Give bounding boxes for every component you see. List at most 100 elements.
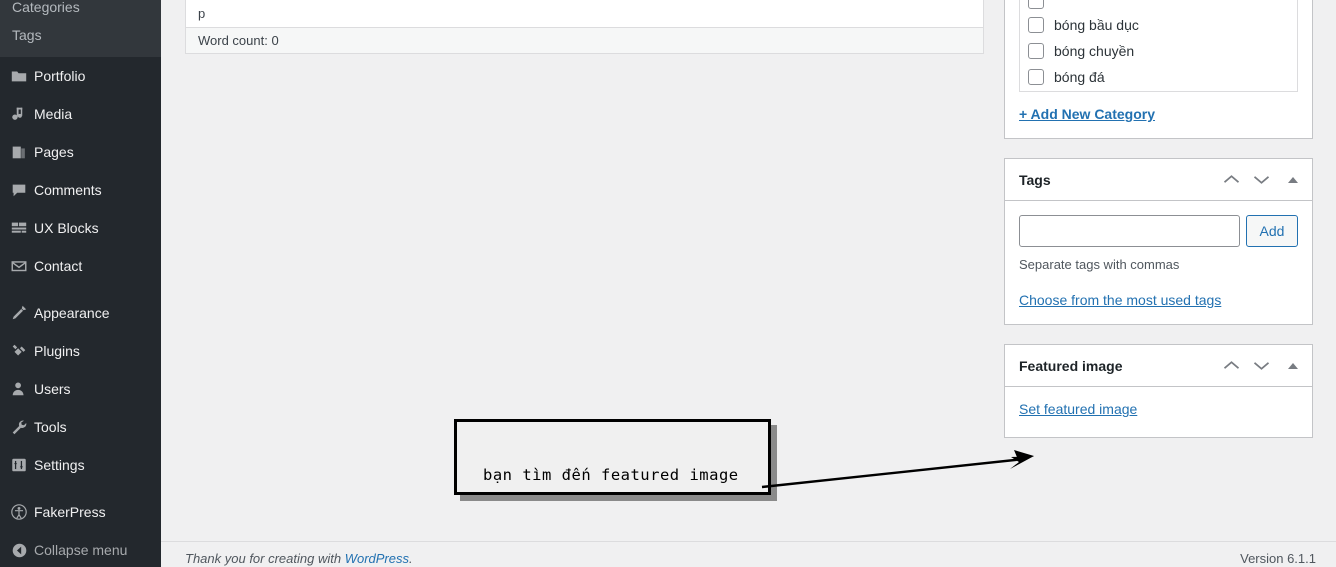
sidebar-item-plugins-label: Plugins bbox=[34, 343, 80, 359]
sidebar-separator-1 bbox=[0, 285, 161, 294]
toggle-panel-icon[interactable] bbox=[1276, 165, 1310, 195]
add-new-category-link[interactable]: + Add New Category bbox=[1019, 106, 1155, 122]
collapse-menu-label: Collapse menu bbox=[34, 542, 128, 558]
editor-word-count-value: Word count: 0 bbox=[198, 33, 279, 48]
categories-panel-inside: bóng bầu dục bóng chuyền bóng đá + Add N… bbox=[1005, 0, 1312, 138]
categories-postbox: bóng bầu dục bóng chuyền bóng đá + Add N… bbox=[1004, 0, 1313, 139]
move-up-icon[interactable] bbox=[1216, 165, 1246, 195]
sidebar-item-portfolio-label: Portfolio bbox=[34, 68, 86, 84]
add-new-category-row: + Add New Category bbox=[1019, 92, 1298, 124]
settings-icon bbox=[4, 456, 34, 474]
category-checkbox[interactable] bbox=[1028, 69, 1044, 85]
sidebar-item-settings-label: Settings bbox=[34, 457, 85, 473]
submenu-item-tags-label: Tags bbox=[12, 27, 42, 43]
submenu-item-categories-label: Categories bbox=[12, 0, 80, 15]
tag-cloud-row: Choose from the most used tags bbox=[1019, 272, 1298, 310]
taxonomy-submenu: Categories Tags bbox=[0, 0, 161, 57]
sidebar-item-ux-blocks-label: UX Blocks bbox=[34, 220, 99, 236]
footer-thanks-suffix: . bbox=[409, 551, 413, 566]
sidebar-item-pages-label: Pages bbox=[34, 144, 74, 160]
tools-icon bbox=[4, 418, 34, 436]
chevron-up-icon bbox=[1288, 362, 1298, 369]
category-checkbox[interactable] bbox=[1028, 17, 1044, 33]
featured-image-panel-header: Featured image bbox=[1005, 345, 1312, 387]
sidebar-separator-2 bbox=[0, 484, 161, 493]
category-item-bong-bau-duc[interactable]: bóng bầu dục bbox=[1028, 12, 1289, 38]
tags-panel-title: Tags bbox=[1019, 171, 1051, 188]
admin-footer: Thank you for creating with WordPress. V… bbox=[161, 541, 1336, 567]
featured-image-panel-title: Featured image bbox=[1019, 357, 1123, 374]
sidebar-item-tools-label: Tools bbox=[34, 419, 67, 435]
tags-panel-inside: Add Separate tags with commas Choose fro… bbox=[1005, 201, 1312, 324]
editor-element-path[interactable]: p bbox=[185, 0, 984, 28]
sidebar-item-contact-label: Contact bbox=[34, 258, 83, 274]
annotation-callout-box: bạn tìm đến featured image bbox=[454, 419, 771, 495]
sidebar-item-fakerpress[interactable]: FakerPress bbox=[0, 493, 161, 531]
set-featured-image-link[interactable]: Set featured image bbox=[1019, 401, 1137, 417]
sidebar-item-comments[interactable]: Comments bbox=[0, 171, 161, 209]
contact-icon bbox=[4, 257, 34, 275]
pages-icon bbox=[4, 143, 34, 161]
sidebar-item-appearance[interactable]: Appearance bbox=[0, 294, 161, 332]
move-up-icon[interactable] bbox=[1216, 351, 1246, 381]
tag-help-text: Separate tags with commas bbox=[1019, 257, 1180, 272]
portfolio-icon bbox=[4, 67, 34, 85]
editor-element-path-value: p bbox=[198, 6, 206, 21]
chevron-up-icon bbox=[1288, 176, 1298, 183]
editor-word-count: Word count: 0 bbox=[185, 28, 984, 54]
sidebar-item-users-label: Users bbox=[34, 381, 71, 397]
add-tag-button[interactable]: Add bbox=[1246, 215, 1298, 247]
sidebar-item-media[interactable]: Media bbox=[0, 95, 161, 133]
tags-panel-header: Tags bbox=[1005, 159, 1312, 201]
sidebar-item-settings[interactable]: Settings bbox=[0, 446, 161, 484]
category-item-label: bóng bầu dục bbox=[1054, 17, 1139, 33]
sidebar-item-comments-label: Comments bbox=[34, 182, 102, 198]
featured-image-postbox: Featured image Set featured image bbox=[1004, 344, 1313, 438]
category-checkbox[interactable] bbox=[1028, 0, 1044, 9]
category-item-partial[interactable] bbox=[1028, 0, 1289, 12]
category-checkbox[interactable] bbox=[1028, 43, 1044, 59]
sidebar-item-ux-blocks[interactable]: UX Blocks bbox=[0, 209, 161, 247]
footer-thanks-prefix: Thank you for creating with bbox=[185, 551, 345, 566]
media-icon bbox=[4, 105, 34, 123]
move-down-icon[interactable] bbox=[1246, 351, 1276, 381]
category-checklist: bóng bầu dục bóng chuyền bóng đá bbox=[1019, 0, 1298, 92]
ux-blocks-icon bbox=[4, 219, 34, 237]
choose-most-used-tags-link[interactable]: Choose from the most used tags bbox=[1019, 292, 1221, 308]
sidebar-item-users[interactable]: Users bbox=[0, 370, 161, 408]
wordpress-link[interactable]: WordPress bbox=[345, 551, 409, 566]
sidebar-item-tools[interactable]: Tools bbox=[0, 408, 161, 446]
appearance-icon bbox=[4, 304, 34, 322]
footer-thanks: Thank you for creating with WordPress. bbox=[185, 551, 1240, 566]
sidebar-item-contact[interactable]: Contact bbox=[0, 247, 161, 285]
tags-postbox: Tags Add Separate tags with commas Choos… bbox=[1004, 158, 1313, 325]
move-down-icon[interactable] bbox=[1246, 165, 1276, 195]
sidebar-item-pages[interactable]: Pages bbox=[0, 133, 161, 171]
collapse-arrow-icon bbox=[4, 542, 34, 559]
submenu-item-categories[interactable]: Categories bbox=[0, 0, 161, 21]
featured-image-panel-inside: Set featured image bbox=[1005, 387, 1312, 437]
category-item-label: bóng đá bbox=[1054, 69, 1105, 85]
annotation-text: bạn tìm đến featured image bbox=[483, 466, 739, 484]
footer-version: Version 6.1.1 bbox=[1240, 551, 1316, 566]
category-item-label: bóng chuyền bbox=[1054, 43, 1135, 59]
submenu-item-tags[interactable]: Tags bbox=[0, 21, 161, 49]
category-item-bong-chuyen[interactable]: bóng chuyền bbox=[1028, 38, 1289, 64]
plugins-icon bbox=[4, 342, 34, 360]
sidebar-item-portfolio[interactable]: Portfolio bbox=[0, 57, 161, 95]
sidebar-item-appearance-label: Appearance bbox=[34, 305, 110, 321]
collapse-menu-button[interactable]: Collapse menu bbox=[0, 531, 161, 567]
category-item-bong-da[interactable]: bóng đá bbox=[1028, 64, 1289, 90]
tag-entry-row: Add bbox=[1019, 201, 1298, 247]
editor-status-area: p Word count: 0 bbox=[185, 0, 984, 54]
side-panels: bóng bầu dục bóng chuyền bóng đá + Add N… bbox=[1004, 0, 1313, 458]
sidebar-item-media-label: Media bbox=[34, 106, 73, 122]
sidebar-item-plugins[interactable]: Plugins bbox=[0, 332, 161, 370]
admin-sidebar: Categories Tags Portfolio Media Pages Co… bbox=[0, 0, 161, 567]
fakerpress-icon bbox=[4, 503, 34, 521]
comments-icon bbox=[4, 181, 34, 199]
tag-input[interactable] bbox=[1019, 215, 1240, 247]
toggle-panel-icon[interactable] bbox=[1276, 351, 1310, 381]
users-icon bbox=[4, 380, 34, 398]
sidebar-item-fakerpress-label: FakerPress bbox=[34, 504, 106, 520]
